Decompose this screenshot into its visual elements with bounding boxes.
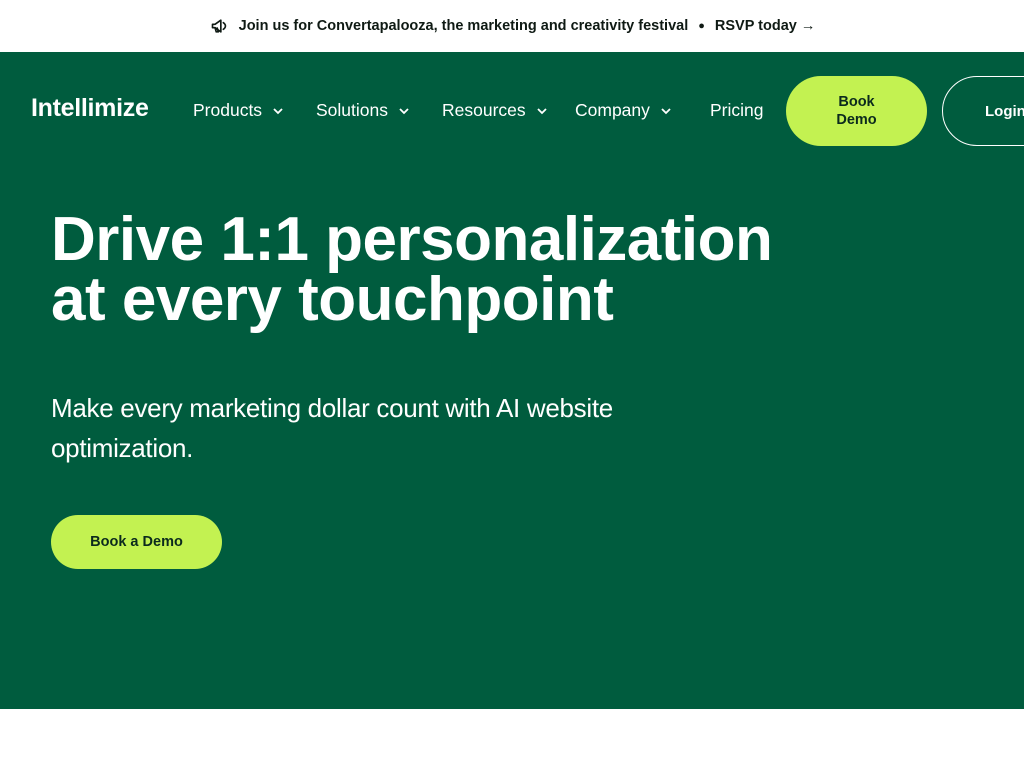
announcement-text: Join us for Convertapalooza, the marketi… [238, 18, 689, 34]
main-navigation: Intellimize Products Solutions Resources… [0, 52, 1024, 170]
login-button[interactable]: Login [942, 76, 1024, 146]
separator-dot: ● [698, 20, 705, 32]
hero-section: Intellimize Products Solutions Resources… [0, 52, 1024, 709]
logo[interactable]: Intellimize [31, 94, 149, 123]
nav-company[interactable]: Company [575, 100, 672, 121]
nav-products-label: Products [193, 100, 263, 120]
hero-headline: Drive 1:1 personalization at every touch… [51, 209, 811, 331]
chevron-down-icon [273, 107, 283, 114]
headline-line-2: at every touchpoint [51, 265, 614, 334]
announcement-bar[interactable]: Join us for Convertapalooza, the marketi… [0, 0, 1024, 52]
nav-pricing-label: Pricing [710, 100, 764, 120]
nav-company-label: Company [575, 100, 650, 120]
book-a-demo-button[interactable]: Book a Demo [51, 515, 222, 569]
nav-resources[interactable]: Resources [442, 100, 548, 121]
nav-pricing[interactable]: Pricing [710, 100, 764, 121]
rsvp-link[interactable]: RSVP today → [715, 18, 815, 34]
nav-products[interactable]: Products [193, 100, 284, 121]
headline-line-1: Drive 1:1 personalization [51, 205, 773, 274]
book-demo-button[interactable]: Book Demo [786, 76, 927, 146]
nav-solutions-label: Solutions [316, 100, 388, 120]
hero-subhead: Make every marketing dollar count with A… [51, 393, 613, 463]
chevron-down-icon [399, 107, 409, 114]
nav-solutions[interactable]: Solutions [316, 100, 410, 121]
nav-resources-label: Resources [442, 100, 526, 120]
megaphone-icon [209, 15, 231, 37]
chevron-down-icon [537, 107, 547, 114]
chevron-down-icon [661, 107, 671, 114]
